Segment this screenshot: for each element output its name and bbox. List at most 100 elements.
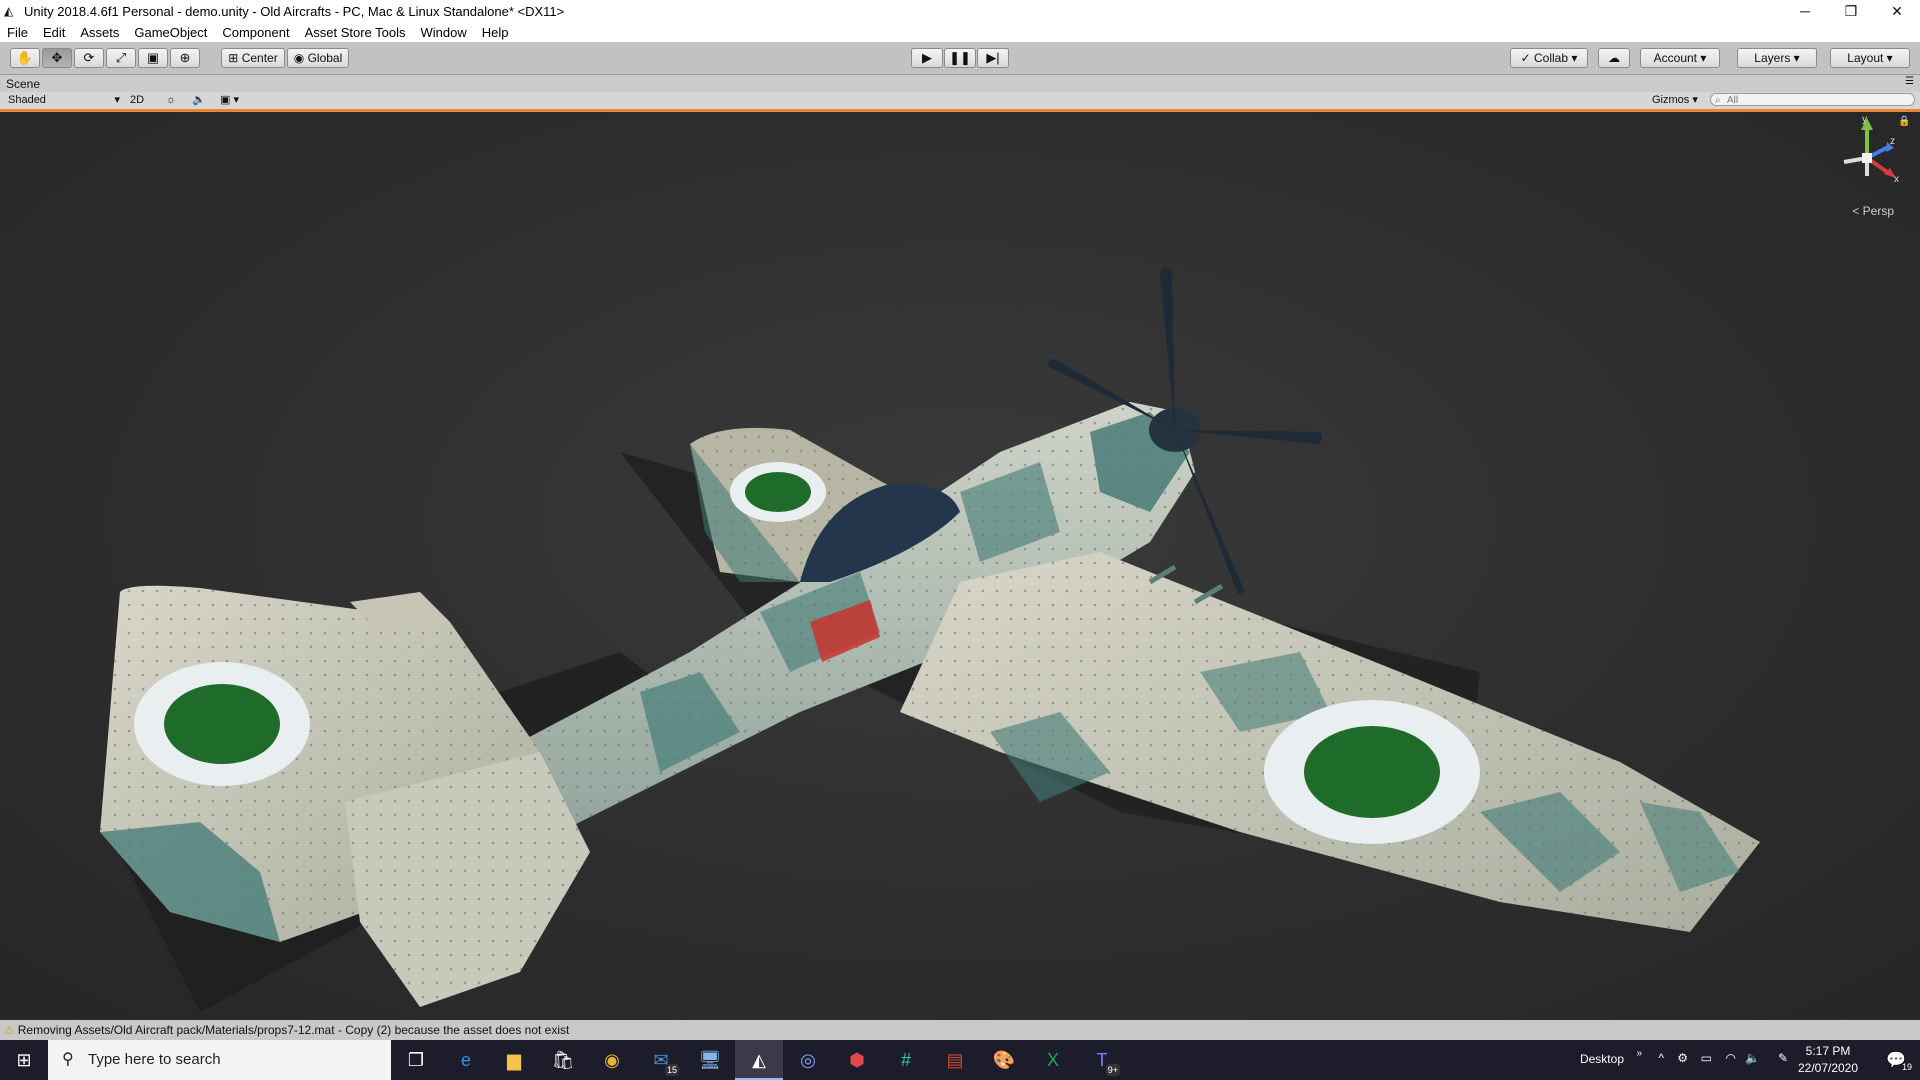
chevron-down-icon: ▾ [114, 94, 120, 106]
step-icon: ▶| [986, 50, 1000, 65]
menu-assets[interactable]: Assets [73, 25, 127, 40]
rotate-tool-button[interactable]: ⟳ [74, 48, 104, 68]
minimize-button[interactable]: ─ [1782, 0, 1828, 22]
hand-icon: ✋ [16, 50, 34, 65]
pen-icon[interactable]: ✎ [1778, 1051, 1788, 1065]
hand-tool-button[interactable]: ✋ [10, 48, 40, 68]
pivot-mode-button[interactable]: ⊞ Center [221, 48, 285, 68]
collab-button[interactable]: ✓ Collab ▾ [1510, 48, 1588, 68]
menu-edit[interactable]: Edit [36, 25, 73, 40]
window-title: Unity 2018.4.6f1 Personal - demo.unity -… [24, 3, 565, 19]
scene-search-input[interactable]: ⌕ All [1710, 93, 1915, 106]
taskbar-remote-desktop[interactable]: 🖥 [686, 1040, 734, 1080]
cloud-button[interactable]: ☁ [1598, 48, 1630, 68]
menu-gameobject[interactable]: GameObject [127, 25, 215, 40]
taskbar-paint[interactable]: 🎨 [980, 1040, 1028, 1080]
pivot-center-icon: ⊞ [228, 51, 239, 65]
circle-app-icon: ◎ [800, 1050, 816, 1070]
taskbar-mail[interactable]: ✉ 15 [637, 1040, 685, 1080]
transform-tool-button[interactable]: ⊕ [170, 48, 200, 68]
pause-button[interactable]: ❚❚ [944, 48, 976, 68]
remote-desktop-icon: 🖥 [698, 1050, 722, 1070]
pause-icon: ❚❚ [949, 50, 971, 65]
clock-date[interactable]: 22/07/2020 [1794, 1061, 1862, 1075]
orientation-gizmo[interactable]: y z x 🔒 [1832, 114, 1910, 211]
toggle-2d-button[interactable]: 2D [130, 93, 144, 108]
lock-icon[interactable]: 🔒 [1898, 116, 1910, 127]
taskbar-teams[interactable]: T 9+ [1078, 1040, 1126, 1080]
scene-toolbar: Shaded ▾ 2D ☼ 🔈 ▣ ▾ Gizmos ▾ ⌕ All [0, 92, 1920, 112]
menu-file[interactable]: File [0, 25, 36, 40]
shading-mode-dropdown[interactable]: Shaded ▾ [8, 93, 120, 108]
close-button[interactable]: ✕ [1874, 0, 1920, 22]
taskbar-substance[interactable]: ⬢ [833, 1040, 881, 1080]
scale-tool-button[interactable]: ⤢ [106, 48, 136, 68]
aircraft-model[interactable] [0, 112, 1920, 1019]
play-icon: ▶ [922, 50, 932, 65]
substance-icon: ⬢ [849, 1050, 865, 1070]
gizmos-dropdown[interactable]: Gizmos ▾ [1652, 93, 1698, 108]
maximize-button[interactable]: ❐ [1828, 0, 1874, 22]
clock-time[interactable]: 5:17 PM [1798, 1044, 1858, 1058]
scene-viewport[interactable]: y z x 🔒 < Persp [0, 112, 1920, 1019]
scale-icon: ⤢ [115, 50, 127, 65]
lighting-toggle-icon[interactable]: ☼ [166, 93, 176, 108]
wifi-icon[interactable]: ◠ [1726, 1051, 1736, 1065]
desktop-toolbar[interactable]: Desktop [1580, 1052, 1624, 1066]
task-view-button[interactable]: ❐ [392, 1040, 440, 1080]
perspective-toggle[interactable]: < Persp [1852, 204, 1894, 218]
menu-component[interactable]: Component [215, 25, 297, 40]
taskbar-chrome[interactable]: ◉ [588, 1040, 636, 1080]
taskbar-search-placeholder: Type here to search [88, 1051, 221, 1068]
toolbar-expand-icon[interactable]: » [1636, 1048, 1642, 1059]
warning-icon: ⚠ [4, 1023, 15, 1037]
taskbar-unity[interactable]: ◭ [735, 1040, 783, 1080]
menu-asset-store-tools[interactable]: Asset Store Tools [298, 25, 414, 40]
pivot-rotation-button[interactable]: ◉ Global [287, 48, 349, 68]
mail-badge: 15 [664, 1064, 679, 1076]
battery-icon[interactable]: ▭ [1701, 1051, 1712, 1065]
layers-dropdown[interactable]: Layers ▾ [1737, 48, 1817, 68]
volume-icon[interactable]: 🔈 [1745, 1051, 1760, 1065]
collab-label: Collab [1534, 51, 1569, 65]
show-hidden-icons-icon[interactable]: ^ [1658, 1051, 1664, 1065]
taskbar-winrar[interactable]: ▤ [931, 1040, 979, 1080]
main-toolbar: ✋ ✥ ⟳ ⤢ ▣ ⊕ ⊞ Center ◉ Global ▶ ❚❚ ▶| ✓ … [0, 42, 1920, 75]
taskbar-cortana-app[interactable]: ◎ [784, 1040, 832, 1080]
menu-help[interactable]: Help [475, 25, 517, 40]
play-button[interactable]: ▶ [911, 48, 943, 68]
network-activity-icon[interactable]: ⚙ [1677, 1051, 1688, 1065]
effects-dropdown-icon[interactable]: ▣ ▾ [220, 93, 239, 108]
step-button[interactable]: ▶| [977, 48, 1009, 68]
status-message: Removing Assets/Old Aircraft pack/Materi… [17, 1023, 570, 1037]
rect-tool-button[interactable]: ▣ [138, 48, 168, 68]
start-button[interactable]: ⊞ [0, 1040, 48, 1080]
teams-badge: 9+ [1105, 1064, 1120, 1076]
taskbar-slack[interactable]: # [882, 1040, 930, 1080]
move-tool-button[interactable]: ✥ [42, 48, 72, 68]
taskbar-edge[interactable]: e [442, 1040, 490, 1080]
gizmo-y-label: y [1862, 114, 1867, 125]
transform-icon: ⊕ [179, 50, 191, 65]
taskbar-search-box[interactable]: ⚲ Type here to search [48, 1040, 391, 1080]
menu-window[interactable]: Window [414, 25, 475, 40]
gizmo-x-label: x [1894, 174, 1899, 185]
account-dropdown[interactable]: Account ▾ [1640, 48, 1720, 68]
taskbar-file-explorer[interactable]: ▆ [490, 1040, 538, 1080]
taskbar-store[interactable]: 🛍 [539, 1040, 587, 1080]
rect-icon: ▣ [146, 50, 160, 65]
status-bar[interactable]: ⚠ Removing Assets/Old Aircraft pack/Mater… [0, 1020, 1920, 1040]
windows-logo-icon: ⊞ [16, 1050, 32, 1070]
title-bar: ◭ Unity 2018.4.6f1 Personal - demo.unity… [0, 0, 1920, 22]
store-icon: 🛍 [551, 1050, 575, 1070]
pivot-rotation-label: Global [307, 51, 343, 65]
taskbar-excel[interactable]: X [1029, 1040, 1077, 1080]
search-icon: ⚲ [62, 1051, 74, 1068]
layout-dropdown[interactable]: Layout ▾ [1830, 48, 1910, 68]
audio-toggle-icon[interactable]: 🔈 [192, 93, 206, 108]
tab-menu-icon[interactable]: ☰ [1905, 76, 1914, 87]
layers-label: Layers [1754, 51, 1791, 65]
unity-logo-icon: ◭ [4, 4, 14, 18]
check-icon: ✓ [1520, 51, 1531, 65]
scene-tab[interactable]: Scene [6, 77, 40, 91]
